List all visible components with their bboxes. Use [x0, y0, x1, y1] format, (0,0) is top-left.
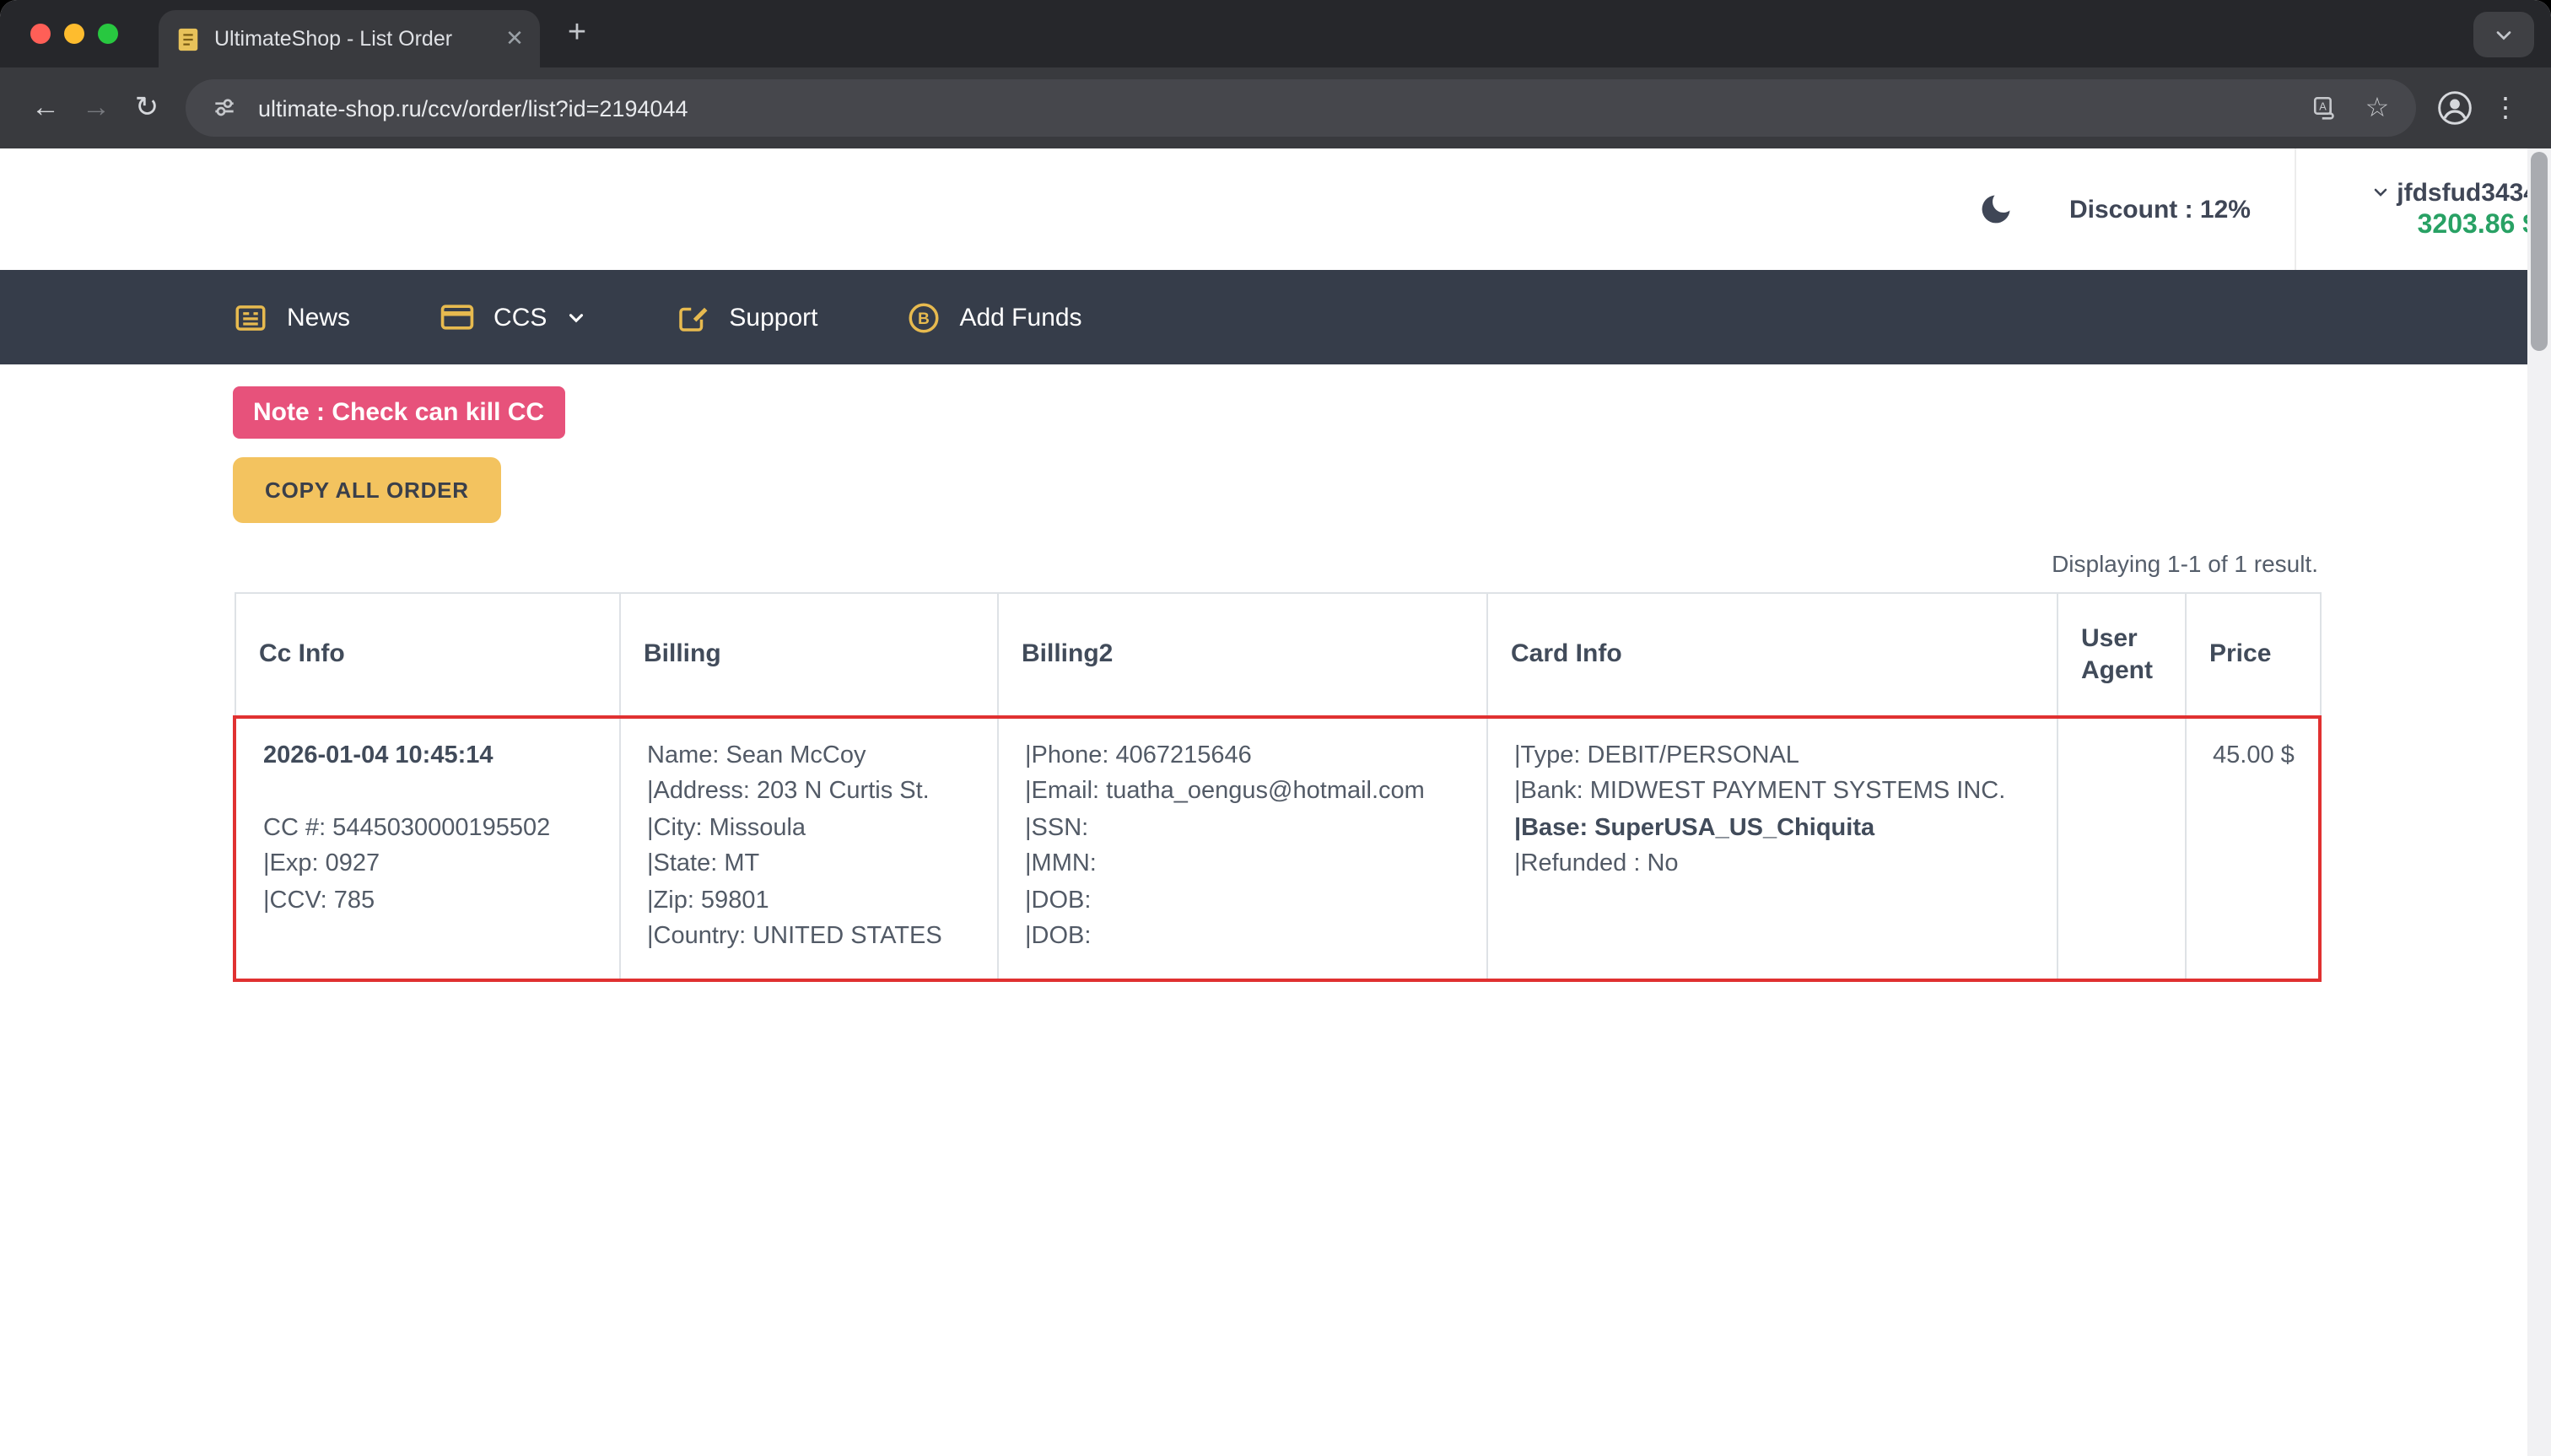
username: jfdsfud3434 [2397, 178, 2538, 207]
newspaper-icon [233, 299, 268, 335]
content-area: Note : Check can kill CC COPY ALL ORDER … [233, 364, 2318, 981]
nav-item-ccs[interactable]: CCS [438, 299, 587, 336]
chevron-down-icon [2370, 182, 2390, 202]
web-page: Discount : 12% jfdsfud3434 3203.86 $ New… [0, 148, 2551, 1456]
window-controls [30, 24, 118, 44]
cell-billing: Name: Sean McCoy |Address: 203 N Curtis … [619, 716, 997, 979]
order-timestamp: 2026-01-04 10:45:14 [263, 738, 591, 774]
translate-icon[interactable]: A [2306, 89, 2343, 127]
nav-item-add-funds[interactable]: B Add Funds [905, 299, 1081, 335]
results-summary: Displaying 1-1 of 1 result. [233, 550, 2318, 577]
tab-title: UltimateShop - List Order [214, 27, 486, 51]
minimize-window-button[interactable] [64, 24, 84, 44]
nav-label: Support [729, 303, 817, 332]
order-row: 2026-01-04 10:45:14 CC #: 54450300001955… [235, 716, 2320, 979]
nav-label: News [287, 303, 350, 332]
cell-billing2: |Phone: 4067215646 |Email: tuatha_oengus… [997, 716, 1486, 979]
svg-text:B: B [918, 310, 930, 327]
account-balance: 3203.86 $ [2418, 210, 2538, 240]
bitcoin-icon: B [905, 299, 941, 335]
back-icon[interactable]: ← [20, 83, 71, 133]
moon-icon [1978, 191, 2015, 228]
column-header-user-agent: User Agent [2057, 593, 2185, 716]
page-scrollbar[interactable] [2527, 148, 2551, 1456]
url-text: ultimate-shop.ru/ccv/order/list?id=21940… [258, 95, 2291, 121]
profile-avatar-icon[interactable] [2430, 83, 2480, 133]
discount-label: Discount : 12% [2069, 195, 2251, 224]
browser-tab[interactable]: UltimateShop - List Order ✕ [159, 10, 540, 67]
main-nav: News CCS Support [0, 270, 2551, 364]
site-favicon-icon [175, 26, 201, 51]
credit-card-icon [438, 299, 475, 336]
column-header-cc-info: Cc Info [235, 593, 619, 716]
browser-toolbar: ← → ↻ ultimate-shop.ru/ccv/order/list?id… [0, 67, 2551, 148]
site-header: Discount : 12% jfdsfud3434 3203.86 $ [0, 148, 2551, 270]
copy-all-order-button[interactable]: COPY ALL ORDER [233, 457, 501, 523]
reload-icon[interactable]: ↻ [121, 83, 172, 133]
browser-menu-icon[interactable]: ⋮ [2480, 83, 2531, 133]
url-bar[interactable]: ultimate-shop.ru/ccv/order/list?id=21940… [186, 79, 2416, 137]
new-tab-button[interactable]: + [553, 10, 601, 57]
nav-item-news[interactable]: News [233, 299, 350, 335]
browser-window: UltimateShop - List Order ✕ + ← → ↻ ulti… [0, 0, 2551, 1456]
user-menu[interactable]: jfdsfud3434 3203.86 $ [2295, 148, 2551, 270]
bookmark-star-icon[interactable]: ☆ [2359, 89, 2396, 127]
scrollbar-thumb[interactable] [2531, 152, 2548, 351]
nav-item-support[interactable]: Support [675, 299, 817, 335]
column-header-price: Price [2185, 593, 2320, 716]
column-header-card-info: Card Info [1486, 593, 2057, 716]
column-header-billing2: Billing2 [997, 593, 1486, 716]
cell-cc-info: 2026-01-04 10:45:14 CC #: 54450300001955… [235, 716, 619, 979]
maximize-window-button[interactable] [98, 24, 118, 44]
dark-mode-toggle[interactable] [1975, 187, 2019, 231]
forward-icon[interactable]: → [71, 83, 121, 133]
orders-table: Cc Info Billing Billing2 Card Info User … [233, 592, 2322, 981]
chevron-down-icon [565, 306, 587, 328]
svg-text:A: A [2318, 99, 2326, 111]
close-window-button[interactable] [30, 24, 51, 44]
nav-label: Add Funds [959, 303, 1081, 332]
chevron-down-icon [2492, 23, 2516, 46]
cell-user-agent [2057, 716, 2185, 979]
cell-price: 45.00 $ [2185, 716, 2320, 979]
tab-search-button[interactable] [2473, 12, 2534, 57]
nav-label: CCS [493, 303, 547, 332]
cell-card-info: |Type: DEBIT/PERSONAL |Bank: MIDWEST PAY… [1486, 716, 2057, 979]
note-badge: Note : Check can kill CC [233, 386, 564, 439]
edit-icon [675, 299, 710, 335]
site-settings-icon[interactable] [206, 89, 243, 127]
tab-strip: UltimateShop - List Order ✕ + [0, 0, 2551, 67]
close-tab-icon[interactable]: ✕ [499, 24, 530, 54]
column-header-billing: Billing [619, 593, 997, 716]
